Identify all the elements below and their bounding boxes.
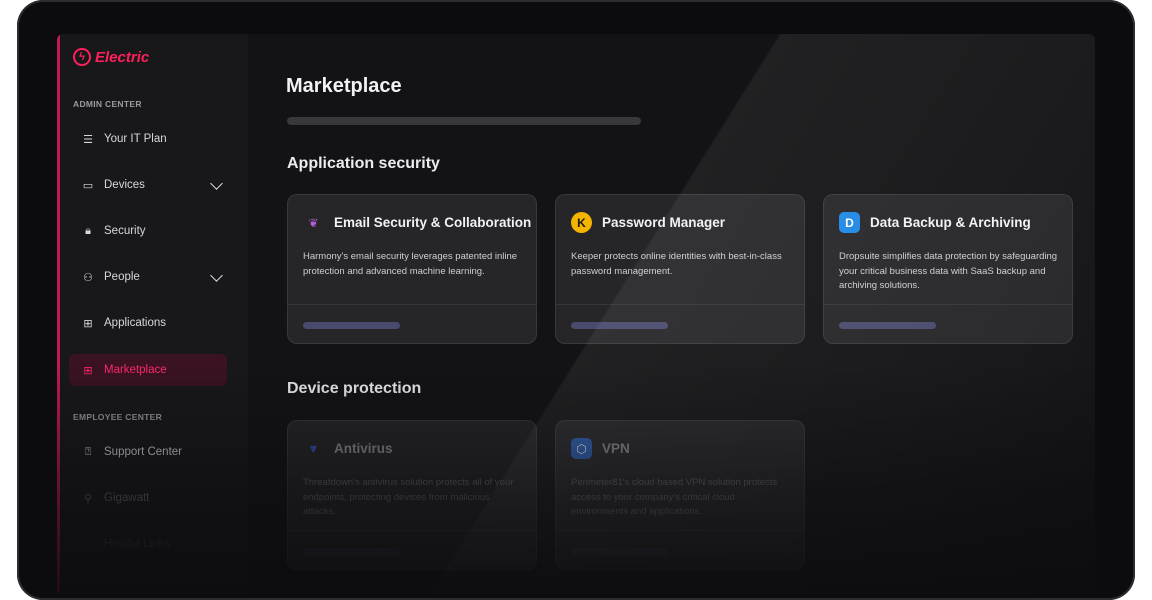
employee-center-label: EMPLOYEE CENTER <box>73 412 163 422</box>
laptop-icon: ▭ <box>82 179 94 192</box>
sidebar-item-marketplace[interactable]: ⊞ Marketplace <box>69 354 227 386</box>
card-divider <box>287 530 537 531</box>
section-heading: Device protection <box>287 380 422 397</box>
dropsuite-icon: D <box>839 212 860 233</box>
sidebar-item-security[interactable]: 🔒︎ Security <box>69 215 227 247</box>
sidebar-item-label: Helpful Links <box>104 538 170 550</box>
apps-grid-icon: ⊞ <box>83 317 93 330</box>
card-title: Password Manager <box>602 215 726 230</box>
card-title: Data Backup & Archiving <box>870 215 1031 230</box>
checklist-icon: ☰ <box>83 133 93 146</box>
sidebar-item-applications[interactable]: ⊞ Applications <box>69 307 227 339</box>
running-person-icon: ⚲ <box>83 492 93 505</box>
app-screen: ϟ Electric ADMIN CENTER ☰ Your IT Plan ▭… <box>57 34 1095 594</box>
sidebar-item-label: Your IT Plan <box>104 133 167 145</box>
sidebar-item-label: People <box>104 271 140 283</box>
card-title: Antivirus <box>334 441 393 456</box>
perimeter81-cube-icon: ⬡ <box>571 438 592 459</box>
card-action-button[interactable] <box>571 322 668 329</box>
card-divider <box>823 304 1073 305</box>
admin-center-label: ADMIN CENTER <box>73 99 142 109</box>
marketplace-card-data-backup[interactable]: D Data Backup & Archiving Dropsuite simp… <box>823 194 1073 344</box>
card-title: VPN <box>602 441 630 456</box>
card-divider <box>287 304 537 305</box>
search-input[interactable] <box>287 117 641 125</box>
sidebar-item-label: Devices <box>104 179 145 191</box>
sidebar-item-label: Gigawatt <box>104 492 150 504</box>
apps-add-icon: ⊞ <box>83 364 93 377</box>
sidebar: ϟ Electric ADMIN CENTER ☰ Your IT Plan ▭… <box>57 34 248 594</box>
sidebar-item-devices[interactable]: ▭ Devices <box>69 169 227 201</box>
card-action-button[interactable] <box>839 322 936 329</box>
help-chat-icon: ⍰ <box>84 445 92 458</box>
card-title: Email Security & Collaboration <box>334 215 532 230</box>
brand-logo[interactable]: ϟ Electric <box>73 48 149 66</box>
sidebar-item-helpful-links[interactable]: ⓘ Helpful Links <box>69 528 227 560</box>
marketplace-card-antivirus[interactable]: ⩔ Antivirus Threatdown's antivirus solut… <box>287 420 537 570</box>
main-content: Marketplace Application security ❦ Email… <box>245 34 1095 594</box>
card-description: Keeper protects online identities with b… <box>571 251 782 277</box>
lightning-bolt-icon: ϟ <box>73 48 91 66</box>
keeper-key-icon: K <box>571 212 592 233</box>
info-icon: ⓘ <box>82 539 94 551</box>
sidebar-item-gigawatt[interactable]: ⚲ Gigawatt <box>69 482 227 514</box>
lock-icon: 🔒︎ <box>85 224 91 237</box>
chevron-down-icon[interactable] <box>210 177 223 190</box>
card-description: Dropsuite simplifies data protection by … <box>839 251 1058 291</box>
sidebar-item-label: Applications <box>104 317 167 329</box>
sidebar-item-label: Marketplace <box>104 364 167 376</box>
marketplace-card-email-security[interactable]: ❦ Email Security & Collaboration Harmony… <box>287 194 537 344</box>
people-icon: ⚇ <box>83 271 93 284</box>
sidebar-item-it-plan[interactable]: ☰ Your IT Plan <box>69 123 227 155</box>
sidebar-item-label: Security <box>104 225 146 237</box>
brand-name: Electric <box>95 48 150 66</box>
card-divider <box>555 530 805 531</box>
sidebar-item-people[interactable]: ⚇ People <box>69 261 227 293</box>
sidebar-item-support-center[interactable]: ⍰ Support Center <box>69 436 227 468</box>
card-description: Threatdown's antivirus solution protects… <box>303 477 514 517</box>
card-action-button[interactable] <box>571 548 668 555</box>
card-description: Perimeter81's cloud based VPN solution p… <box>571 477 778 517</box>
card-description: Harmony's email security leverages paten… <box>303 251 518 277</box>
harmony-lotus-icon: ❦ <box>308 215 319 230</box>
card-action-button[interactable] <box>303 322 400 329</box>
page-title: Marketplace <box>286 75 402 97</box>
sidebar-item-label: Support Center <box>104 446 182 458</box>
marketplace-card-password-manager[interactable]: K Password Manager Keeper protects onlin… <box>555 194 805 344</box>
threatdown-chevron-icon: ⩔ <box>310 441 317 455</box>
laptop-frame: ϟ Electric ADMIN CENTER ☰ Your IT Plan ▭… <box>17 0 1135 600</box>
section-heading: Application security <box>287 155 440 172</box>
marketplace-card-vpn[interactable]: ⬡ VPN Perimeter81's cloud based VPN solu… <box>555 420 805 570</box>
card-action-button[interactable] <box>303 548 400 555</box>
card-divider <box>555 304 805 305</box>
chevron-down-icon[interactable] <box>210 269 223 282</box>
